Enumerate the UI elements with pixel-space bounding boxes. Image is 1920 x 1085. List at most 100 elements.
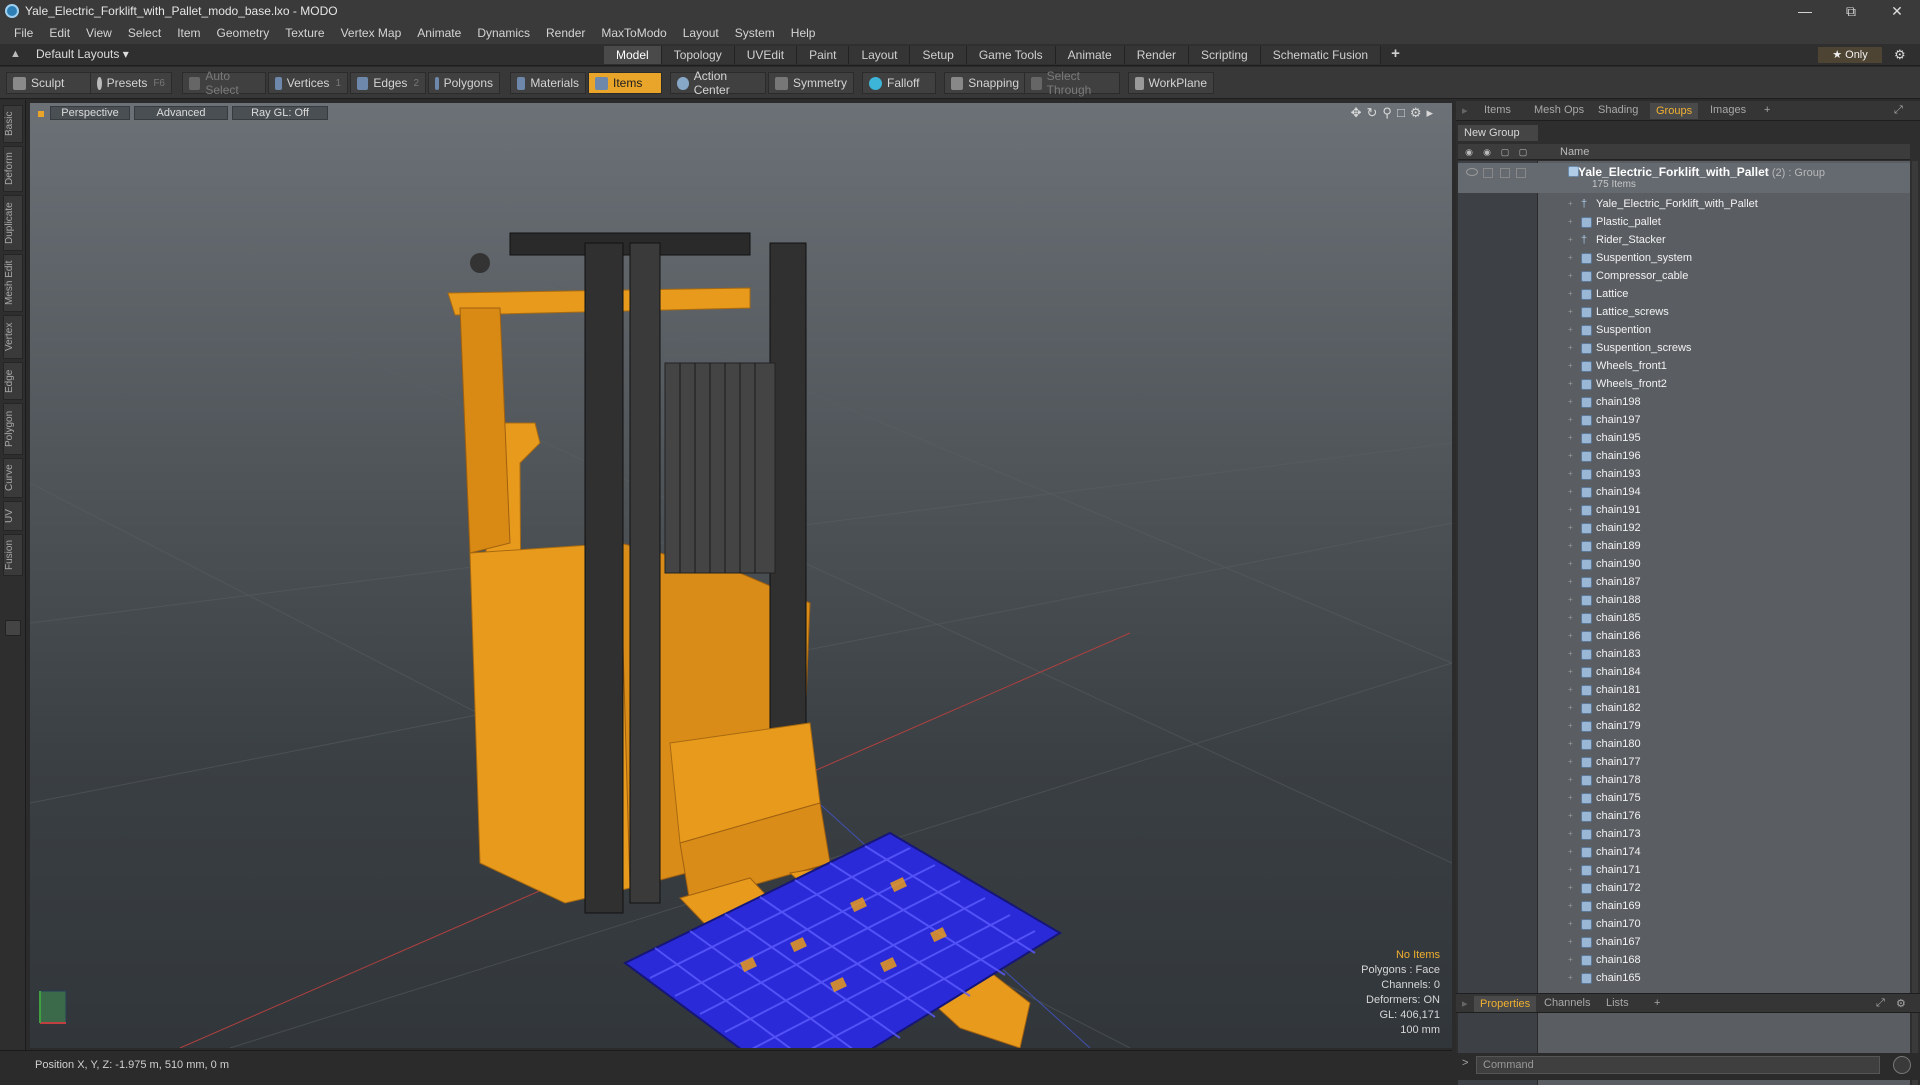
- render-header-icon[interactable]: ◉: [1482, 147, 1492, 157]
- tab-mesh-edit[interactable]: Mesh Edit: [3, 254, 23, 312]
- expand-icon[interactable]: +: [1568, 591, 1573, 609]
- list-item[interactable]: + chain177: [1458, 753, 1910, 771]
- sculpt-button[interactable]: Sculpt: [6, 72, 92, 94]
- add-panel-tab-icon[interactable]: +: [1764, 104, 1770, 116]
- tab-polygon[interactable]: Polygon: [3, 403, 23, 455]
- vertices-button[interactable]: Vertices 1: [268, 72, 348, 94]
- properties-collapse-icon[interactable]: ▸: [1462, 997, 1468, 1010]
- expand-icon[interactable]: +: [1568, 933, 1573, 951]
- list-item[interactable]: + chain185: [1458, 609, 1910, 627]
- eye-icon[interactable]: [1466, 168, 1478, 176]
- list-item[interactable]: + chain182: [1458, 699, 1910, 717]
- expand-icon[interactable]: +: [1568, 573, 1573, 591]
- list-item[interactable]: + Wheels_front2: [1458, 375, 1910, 393]
- tab-fusion[interactable]: Fusion: [3, 534, 23, 576]
- tab-topology[interactable]: Topology: [661, 46, 735, 64]
- tab-groups[interactable]: Groups: [1650, 103, 1699, 119]
- expand-icon[interactable]: +: [1568, 357, 1573, 375]
- panel-expand-icon[interactable]: ⤢: [1894, 104, 1903, 117]
- expand-icon[interactable]: +: [1568, 537, 1573, 555]
- expand-icon[interactable]: +: [1568, 735, 1573, 753]
- expand-icon[interactable]: +: [1568, 825, 1573, 843]
- expand-icon[interactable]: +: [1568, 429, 1573, 447]
- list-item[interactable]: + chain179: [1458, 717, 1910, 735]
- expand-icon[interactable]: +: [1568, 645, 1573, 663]
- snapping-button[interactable]: Snapping: [944, 72, 1026, 94]
- tab-images[interactable]: Images: [1710, 104, 1746, 116]
- list-item[interactable]: + chain178: [1458, 771, 1910, 789]
- perspective-dropdown[interactable]: Perspective: [50, 106, 130, 120]
- list-item[interactable]: + chain176: [1458, 807, 1910, 825]
- command-input[interactable]: Command: [1476, 1056, 1880, 1074]
- expand-icon[interactable]: +: [1568, 267, 1573, 285]
- panel-collapse-icon[interactable]: ▸: [1462, 104, 1468, 117]
- expand-icon[interactable]: +: [1568, 375, 1573, 393]
- expand-icon[interactable]: +: [1568, 789, 1573, 807]
- tab-uvedit[interactable]: UVEdit: [734, 46, 798, 64]
- tab-paint[interactable]: Paint: [797, 46, 850, 64]
- add-tab-icon[interactable]: +: [1381, 46, 1410, 64]
- menu-help[interactable]: Help: [783, 26, 824, 40]
- edges-button[interactable]: Edges 2: [350, 72, 426, 94]
- close-icon[interactable]: ✕: [1874, 0, 1920, 22]
- list-item[interactable]: + Lattice_screws: [1458, 303, 1910, 321]
- collapse-up-icon[interactable]: ▲: [10, 48, 21, 60]
- materials-button[interactable]: Materials: [510, 72, 586, 94]
- tab-vertex[interactable]: Vertex: [3, 315, 23, 359]
- menu-system[interactable]: System: [727, 26, 783, 40]
- list-item[interactable]: + chain190: [1458, 555, 1910, 573]
- tab-channels[interactable]: Channels: [1544, 997, 1590, 1009]
- symmetry-button[interactable]: Symmetry: [768, 72, 854, 94]
- menu-animate[interactable]: Animate: [409, 26, 469, 40]
- action-center-button[interactable]: Action Center: [670, 69, 766, 97]
- pan-icon[interactable]: ✥: [1351, 105, 1367, 120]
- expand-icon[interactable]: +: [1568, 879, 1573, 897]
- list-item[interactable]: + chain168: [1458, 951, 1910, 969]
- tab-setup[interactable]: Setup: [910, 46, 967, 64]
- list-item[interactable]: + Suspention: [1458, 321, 1910, 339]
- list-item[interactable]: + † Rider_Stacker: [1458, 231, 1910, 249]
- list-item[interactable]: + chain196: [1458, 447, 1910, 465]
- only-toggle[interactable]: ★ Only: [1818, 47, 1882, 63]
- list-item[interactable]: + chain198: [1458, 393, 1910, 411]
- render-toggle-icon[interactable]: [1483, 168, 1493, 178]
- list-item[interactable]: + chain191: [1458, 501, 1910, 519]
- menu-geometry[interactable]: Geometry: [209, 26, 278, 40]
- expand-icon[interactable]: +: [1568, 213, 1573, 231]
- menu-maxtomodo[interactable]: MaxToModo: [593, 26, 674, 40]
- list-item[interactable]: + chain194: [1458, 483, 1910, 501]
- list-item[interactable]: + chain171: [1458, 861, 1910, 879]
- minimize-icon[interactable]: —: [1782, 0, 1828, 22]
- list-item[interactable]: + Plastic_pallet: [1458, 213, 1910, 231]
- list-item[interactable]: + chain186: [1458, 627, 1910, 645]
- expand-icon[interactable]: +: [1568, 555, 1573, 573]
- list-item[interactable]: + Lattice: [1458, 285, 1910, 303]
- gear-icon[interactable]: ⚙: [1894, 47, 1906, 63]
- expand-icon[interactable]: +: [1568, 915, 1573, 933]
- workplane-button[interactable]: WorkPlane: [1128, 72, 1214, 94]
- expand-icon[interactable]: +: [1568, 699, 1573, 717]
- tab-model[interactable]: Model: [604, 46, 662, 64]
- viewport-menu-icon[interactable]: [38, 111, 44, 117]
- expand-icon[interactable]: +: [1568, 969, 1573, 987]
- menu-file[interactable]: File: [6, 26, 41, 40]
- menu-texture[interactable]: Texture: [277, 26, 332, 40]
- tab-mesh-ops[interactable]: Mesh Ops: [1534, 104, 1584, 116]
- auto-select-button[interactable]: Auto Select: [182, 69, 266, 97]
- tab-scripting[interactable]: Scripting: [1189, 46, 1261, 64]
- properties-gear-icon[interactable]: ⚙: [1896, 997, 1906, 1010]
- list-item[interactable]: + † Yale_Electric_Forklift_with_Pallet: [1458, 195, 1910, 213]
- tab-properties[interactable]: Properties: [1474, 996, 1537, 1012]
- list-item[interactable]: + chain165: [1458, 969, 1910, 987]
- expand-icon[interactable]: +: [1568, 501, 1573, 519]
- list-item[interactable]: + chain170: [1458, 915, 1910, 933]
- expand-icon[interactable]: +: [1568, 609, 1573, 627]
- fit-icon[interactable]: □: [1397, 105, 1410, 120]
- list-item[interactable]: + chain181: [1458, 681, 1910, 699]
- polygons-button[interactable]: Polygons: [428, 72, 500, 94]
- menu-render[interactable]: Render: [538, 26, 593, 40]
- list-item[interactable]: + chain192: [1458, 519, 1910, 537]
- list-item[interactable]: + chain169: [1458, 897, 1910, 915]
- tab-duplicate[interactable]: Duplicate: [3, 195, 23, 251]
- select-toggle-icon[interactable]: [1516, 168, 1526, 178]
